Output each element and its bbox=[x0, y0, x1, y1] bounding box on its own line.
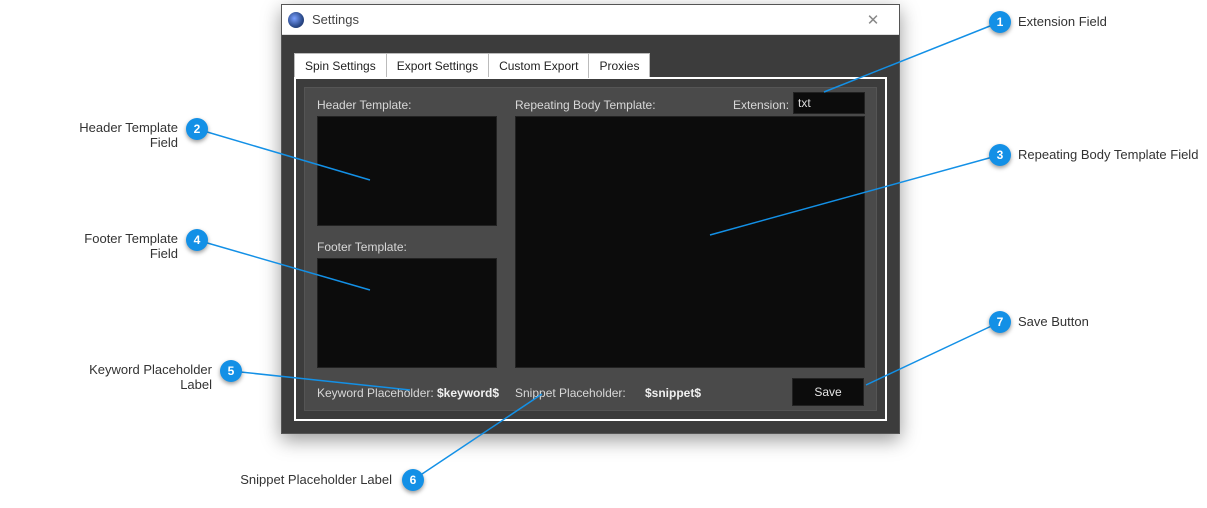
callout-text-6: Snippet Placeholder Label bbox=[232, 472, 392, 487]
callout-badge-2: 2 bbox=[186, 118, 208, 140]
callout-badge-6: 6 bbox=[402, 469, 424, 491]
callout-badge-3: 3 bbox=[989, 144, 1011, 166]
app-icon bbox=[288, 12, 304, 28]
tab-spin-settings[interactable]: Spin Settings bbox=[294, 53, 387, 78]
header-template-label: Header Template: bbox=[317, 98, 412, 112]
callout-text-4: Footer Template Field bbox=[60, 231, 178, 261]
footer-template-field[interactable] bbox=[317, 258, 497, 368]
snippet-placeholder-value: $snippet$ bbox=[645, 386, 701, 400]
tabstrip: Spin Settings Export Settings Custom Exp… bbox=[294, 53, 650, 78]
header-template-field[interactable] bbox=[317, 116, 497, 226]
close-icon[interactable]: ✕ bbox=[853, 6, 893, 34]
repeating-body-label: Repeating Body Template: bbox=[515, 98, 656, 112]
callout-text-5: Keyword Placeholder Label bbox=[58, 362, 212, 392]
titlebar: Settings ✕ bbox=[282, 5, 899, 35]
repeating-body-textarea[interactable] bbox=[516, 117, 864, 367]
panel-border: Header Template: Footer Template: Repeat… bbox=[294, 77, 887, 421]
save-button[interactable]: Save bbox=[792, 378, 864, 406]
snippet-placeholder-label: Snippet Placeholder: bbox=[515, 386, 626, 400]
window-title: Settings bbox=[312, 12, 853, 27]
custom-export-panel: Header Template: Footer Template: Repeat… bbox=[304, 87, 877, 411]
callout-text-1: Extension Field bbox=[1018, 14, 1107, 29]
callout-badge-1: 1 bbox=[989, 11, 1011, 33]
extension-label: Extension: bbox=[733, 98, 789, 112]
footer-template-label: Footer Template: bbox=[317, 240, 407, 254]
tab-export-settings[interactable]: Export Settings bbox=[387, 53, 489, 78]
callout-badge-7: 7 bbox=[989, 311, 1011, 333]
tab-custom-export[interactable]: Custom Export bbox=[489, 53, 589, 78]
header-template-textarea[interactable] bbox=[318, 117, 496, 225]
save-button-label: Save bbox=[814, 385, 841, 399]
callout-text-3: Repeating Body Template Field bbox=[1018, 147, 1198, 162]
extension-field[interactable] bbox=[793, 92, 865, 114]
keyword-placeholder-value: $keyword$ bbox=[437, 386, 499, 400]
client-area: Spin Settings Export Settings Custom Exp… bbox=[282, 35, 899, 433]
extension-input[interactable] bbox=[794, 93, 864, 113]
callout-badge-4: 4 bbox=[186, 229, 208, 251]
repeating-body-field[interactable] bbox=[515, 116, 865, 368]
settings-window: Settings ✕ Spin Settings Export Settings… bbox=[281, 4, 900, 434]
callout-badge-5: 5 bbox=[220, 360, 242, 382]
callout-text-7: Save Button bbox=[1018, 314, 1089, 329]
footer-template-textarea[interactable] bbox=[318, 259, 496, 367]
callout-text-2: Header Template Field bbox=[54, 120, 178, 150]
tab-proxies[interactable]: Proxies bbox=[589, 53, 650, 78]
keyword-placeholder-label: Keyword Placeholder: bbox=[317, 386, 434, 400]
